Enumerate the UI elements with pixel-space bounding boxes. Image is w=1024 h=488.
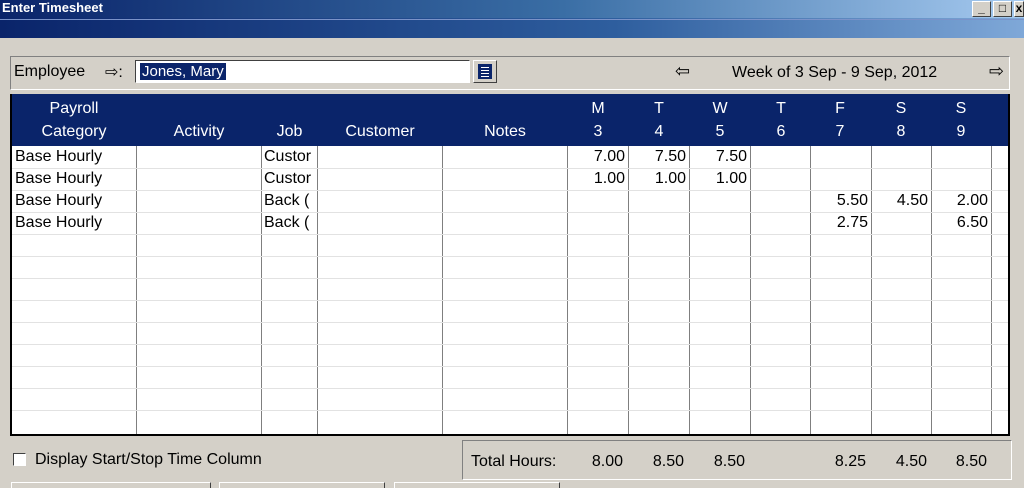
column-header-day[interactable]: T6 (751, 97, 811, 143)
footer-button[interactable] (219, 482, 385, 488)
day-letter: S (955, 100, 967, 117)
day-letter: M (591, 100, 605, 117)
left-arrow-icon[interactable]: ⇦ (675, 61, 690, 82)
day-date: 5 (715, 123, 725, 140)
column-header-activity[interactable]: Activity (137, 120, 261, 143)
cell-category[interactable]: Base Hourly (15, 168, 135, 190)
row-divider (12, 256, 1008, 257)
column-header-job[interactable]: Job (262, 120, 317, 143)
day-date: 8 (896, 123, 906, 140)
right-arrow-icon[interactable]: ⇨ (989, 61, 1004, 82)
employee-label: Employee (14, 63, 86, 80)
total-hours-value: 8.50 (652, 453, 684, 470)
cell-job[interactable]: Custor (264, 146, 316, 168)
row-divider (12, 300, 1008, 301)
cell-hours[interactable]: 7.50 (629, 146, 689, 168)
cell-job[interactable]: Custor (264, 168, 316, 190)
cell-hours[interactable]: 2.75 (811, 212, 871, 234)
row-divider (12, 168, 1008, 169)
total-hours-value: 8.50 (955, 453, 987, 470)
cell-hours[interactable]: 7.00 (568, 146, 628, 168)
day-letter: T (654, 100, 664, 117)
timesheet-grid[interactable]: Payroll Category Activity Job Customer N… (10, 94, 1010, 436)
column-header-day[interactable]: F7 (810, 97, 870, 143)
cell-category[interactable]: Base Hourly (15, 146, 135, 168)
cell-job[interactable]: Back ( (264, 190, 316, 212)
row-divider (12, 278, 1008, 279)
column-header-notes[interactable]: Notes (443, 120, 567, 143)
day-date: 4 (654, 123, 664, 140)
toolbar-band (0, 18, 1024, 38)
employee-dropdown-button[interactable] (473, 60, 497, 83)
cell-hours[interactable]: 1.00 (690, 168, 750, 190)
day-letter: W (712, 100, 728, 117)
footer-button[interactable] (394, 482, 560, 488)
column-header-payroll[interactable]: Payroll Category (12, 97, 136, 143)
row-divider (12, 344, 1008, 345)
header-text: Category (41, 123, 107, 140)
row-divider (12, 366, 1008, 367)
employee-bar: Employee ⇨: Jones, Mary ⇦ Week of 3 Sep … (10, 56, 1010, 90)
total-hours-value: 8.50 (713, 453, 745, 470)
cell-hours[interactable]: 4.50 (872, 190, 931, 212)
start-stop-checkbox-label[interactable]: Display Start/Stop Time Column (35, 451, 262, 469)
week-label: Week of 3 Sep - 9 Sep, 2012 (732, 64, 938, 81)
minimize-button[interactable]: _ (972, 1, 991, 17)
start-stop-checkbox[interactable] (13, 453, 26, 466)
column-header-day[interactable]: T4 (629, 97, 689, 143)
right-arrow-icon[interactable]: ⇨: (105, 62, 123, 82)
grid-header: Payroll Category Activity Job Customer N… (12, 94, 1008, 146)
row-divider (12, 234, 1008, 235)
day-letter: T (776, 100, 786, 117)
column-header-day[interactable]: S8 (871, 97, 931, 143)
employee-field[interactable]: Jones, Mary (135, 60, 470, 83)
window-title: Enter Timesheet (2, 0, 103, 15)
footer-button[interactable] (11, 482, 211, 488)
cell-job[interactable]: Back ( (264, 212, 316, 234)
row-divider (12, 410, 1008, 411)
column-header-day[interactable]: W5 (690, 97, 750, 143)
row-divider (12, 322, 1008, 323)
totals-panel: Total Hours: 8.00 8.50 8.50 8.25 4.50 8.… (462, 440, 1012, 480)
header-text: Payroll (49, 100, 99, 117)
cell-hours[interactable]: 5.50 (811, 190, 871, 212)
day-letter: S (895, 100, 907, 117)
day-date: 6 (776, 123, 786, 140)
totals-label: Total Hours: (471, 453, 557, 470)
cell-category[interactable]: Base Hourly (15, 190, 135, 212)
day-date: 7 (835, 123, 845, 140)
title-bar: Enter Timesheet _ □ x (0, 0, 1024, 18)
close-button[interactable]: x (1014, 1, 1024, 17)
column-header-customer[interactable]: Customer (318, 120, 442, 143)
employee-value: Jones, Mary (140, 63, 226, 80)
list-icon (478, 64, 492, 79)
column-header-day[interactable]: S9 (931, 97, 991, 143)
total-hours-value: 4.50 (895, 453, 927, 470)
cell-category[interactable]: Base Hourly (15, 212, 135, 234)
total-hours-value: 8.25 (834, 453, 866, 470)
maximize-button[interactable]: □ (993, 1, 1012, 17)
cell-hours[interactable]: 7.50 (690, 146, 750, 168)
column-header-day[interactable]: M3 (568, 97, 628, 143)
total-hours-value: 8.00 (591, 453, 623, 470)
cell-hours[interactable]: 6.50 (932, 212, 991, 234)
day-date: 9 (956, 123, 966, 140)
cell-hours[interactable]: 2.00 (932, 190, 991, 212)
day-letter: F (835, 100, 845, 117)
row-divider (12, 388, 1008, 389)
cell-hours[interactable]: 1.00 (629, 168, 689, 190)
cell-hours[interactable]: 1.00 (568, 168, 628, 190)
day-date: 3 (593, 123, 603, 140)
